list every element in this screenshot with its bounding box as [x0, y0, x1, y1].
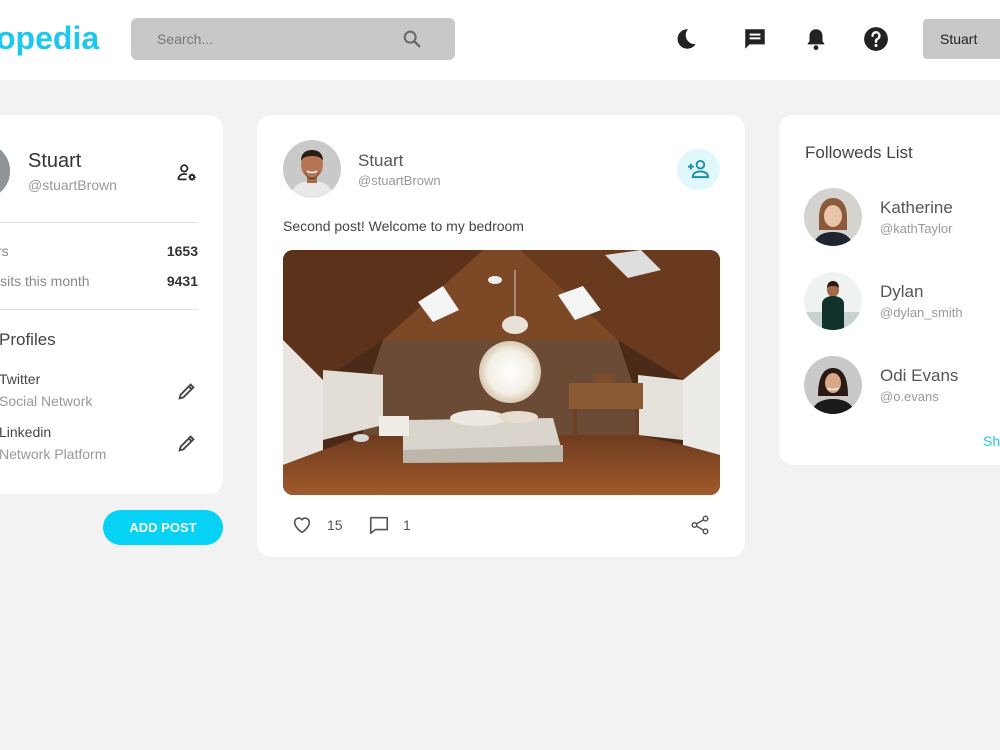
avatar[interactable]: [804, 272, 862, 330]
heart-icon[interactable]: [291, 514, 313, 536]
post-image[interactable]: [283, 250, 720, 495]
post-author-handle: @stuartBrown: [358, 173, 441, 188]
add-person-icon: [688, 159, 710, 179]
show-more-link[interactable]: Sh: [983, 433, 1000, 449]
moon-icon[interactable]: [673, 26, 699, 52]
post-author-name[interactable]: Stuart: [358, 151, 403, 171]
stat-label: rs: [0, 243, 9, 259]
follow-button[interactable]: [677, 149, 720, 190]
post-card: Stuart @stuartBrown Second post! Welcome…: [257, 115, 745, 557]
followed-name[interactable]: Dylan: [880, 282, 923, 302]
followed-name[interactable]: Katherine: [880, 198, 953, 218]
profile-link-name[interactable]: Twitter: [0, 371, 40, 387]
post-text: Second post! Welcome to my bedroom: [283, 218, 524, 234]
avatar[interactable]: [804, 356, 862, 414]
add-post-button[interactable]: ADD POST: [103, 510, 223, 545]
profiles-title: Profiles: [0, 330, 56, 349]
profile-card: Stuart @stuartBrown rs 1653 isits this m…: [0, 115, 223, 494]
bell-icon[interactable]: [803, 26, 829, 52]
edit-icon[interactable]: [176, 380, 198, 402]
like-count: 15: [327, 517, 343, 533]
chat-icon[interactable]: [742, 26, 768, 52]
followed-handle: @kathTaylor: [880, 221, 953, 236]
top-bar: opedia Stuart: [0, 0, 1000, 80]
search-box[interactable]: [131, 18, 455, 60]
profile-name: Stuart: [28, 150, 82, 172]
comment-count: 1: [403, 517, 411, 533]
comment-icon[interactable]: [368, 514, 390, 536]
stat-label: isits this month: [0, 273, 90, 289]
share-icon[interactable]: [689, 514, 711, 536]
profile-link-name[interactable]: Linkedin: [0, 424, 51, 440]
divider: [0, 222, 198, 223]
edit-icon[interactable]: [176, 432, 198, 454]
profile-handle: @stuartBrown: [28, 177, 117, 193]
profile-link-type: Social Network: [0, 393, 93, 409]
followeds-card: Followeds List Katherine @kathTaylor Dyl…: [779, 115, 1000, 465]
search-icon[interactable]: [401, 28, 423, 50]
divider: [0, 309, 198, 310]
stat-value: 1653: [166, 243, 198, 259]
avatar[interactable]: [0, 143, 10, 199]
followed-name[interactable]: Odi Evans: [880, 366, 958, 386]
followeds-title: Followeds List: [805, 143, 913, 162]
user-menu-button[interactable]: Stuart: [923, 19, 1000, 59]
avatar[interactable]: [804, 188, 862, 246]
user-settings-icon[interactable]: [176, 162, 198, 184]
post-author-avatar[interactable]: [283, 140, 341, 198]
profile-link-type: Network Platform: [0, 446, 107, 462]
search-input[interactable]: [131, 18, 411, 60]
followed-handle: @o.evans: [880, 389, 939, 404]
followed-handle: @dylan_smith: [880, 305, 963, 320]
stat-value: 9431: [166, 273, 198, 289]
help-icon[interactable]: [863, 26, 889, 52]
app-logo[interactable]: opedia: [0, 20, 99, 57]
